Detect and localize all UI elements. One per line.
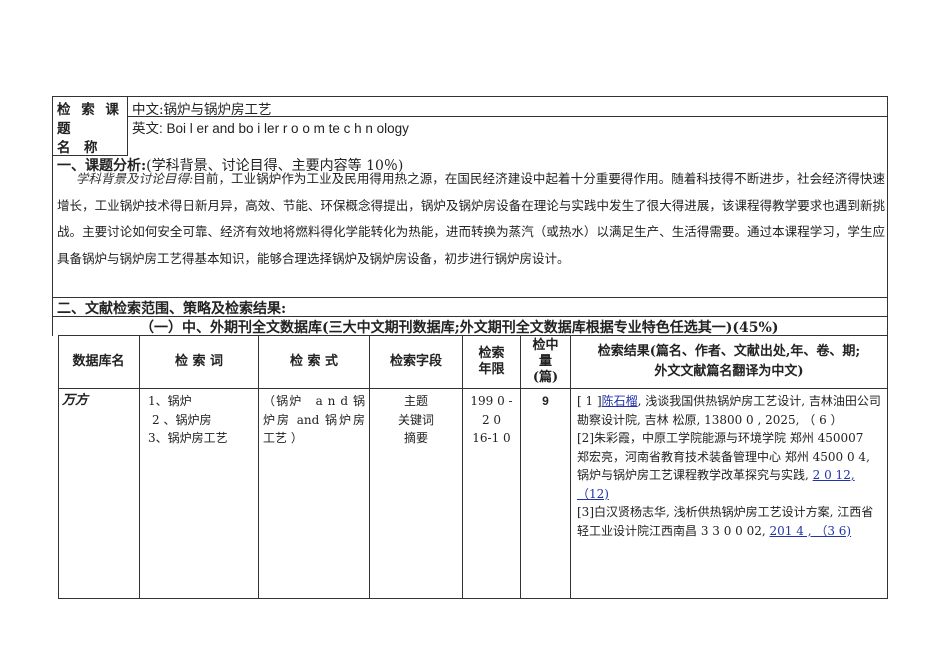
title-label-3: 名 称 (57, 140, 98, 156)
field-2: 关键词 (397, 412, 434, 427)
field-1: 主题 (403, 394, 428, 408)
cell-terms: 1、锅炉 2 、锅炉房 3、锅炉房工艺 (140, 389, 259, 599)
header-years: 检索 年限 (463, 335, 521, 389)
header-terms: 检 索 词 (140, 335, 259, 389)
result-1: [ 1 ]陈石榴, 浅谈我国供热锅炉房工艺设计, 吉林油田公司勘察设计院, 吉林… (577, 392, 881, 429)
cell-database: 万方 (58, 389, 140, 599)
section2-subheading: （一）中、外期刊全文数据库(三大中文期刊数据库;外文期刊全文数据库根据专业特色任… (140, 320, 779, 336)
year-1: 199 0 - (470, 394, 513, 408)
section1-lead: 学科背景及讨论目得: (75, 171, 194, 186)
header-results: 检索结果(篇名、作者、文献出处,年、卷、期; 外文文献篇名翻译为中文) (571, 335, 888, 389)
year-3: 16-1 0 (472, 431, 511, 445)
field-3: 摘要 (403, 431, 428, 445)
header-fields: 检索字段 (370, 335, 463, 389)
cell-years: 199 0 - 2 0 16-1 0 (463, 389, 521, 599)
section1-paragraph: 学科背景及讨论目得:目前，工业锅炉作为工业及民用得用热之源，在国民经济建设中起着… (57, 166, 885, 272)
title-label-1: 检 索 课 (57, 102, 122, 118)
header-query: 检 索 式 (259, 335, 370, 389)
result-2-title: 锅炉与锅炉房工艺课程教学改革探究与实践, (577, 468, 809, 482)
cell-fields: 主题 关键词 摘要 (370, 389, 463, 599)
result-2a: [2]朱彩霞，中原工学院能源与环境学院 郑州 450007 (577, 431, 864, 445)
result-1-index: [ 1 ] (577, 394, 602, 408)
title-label-2: 题 (57, 121, 71, 137)
result-3: [3]白汉贤杨志华, 浅析供热锅炉房工艺设计方案, 江西省轻工业设计院江西南昌 … (577, 503, 881, 540)
chinese-title: 中文:锅炉与锅炉房工艺 (132, 102, 272, 118)
result-3-issue-link[interactable]: 201 4 , （3 6) (770, 524, 852, 538)
term-2: 2 、锅炉房 (152, 412, 212, 427)
term-1: 1、锅炉 (148, 394, 192, 408)
term-3: 3、锅炉房工艺 (148, 431, 228, 445)
header-database: 数据库名 (58, 335, 140, 389)
cell-count: 9 (521, 389, 571, 599)
english-title: 英文: Boi l er and bo i ler r o o m te c h… (132, 121, 409, 136)
result-1-author-link[interactable]: 陈石榴 (602, 394, 638, 408)
header-count: 检中 量 (篇) (521, 335, 571, 389)
result-2c: 锅炉与锅炉房工艺课程教学改革探究与实践, 2 0 12, （12) (577, 466, 881, 503)
year-2: 2 0 (481, 412, 502, 427)
cell-query: （锅炉 a n d 锅炉房 and 锅炉房工艺 ） (259, 389, 370, 599)
section2-heading: 二、文献检索范围、策略及检索结果: (57, 301, 287, 317)
result-2b: 郑宏亮，河南省教育技术装备管理中心 郑州 4500 0 4, (577, 449, 870, 464)
cell-results: [ 1 ]陈石榴, 浅谈我国供热锅炉房工艺设计, 吉林油田公司勘察设计院, 吉林… (571, 389, 888, 599)
